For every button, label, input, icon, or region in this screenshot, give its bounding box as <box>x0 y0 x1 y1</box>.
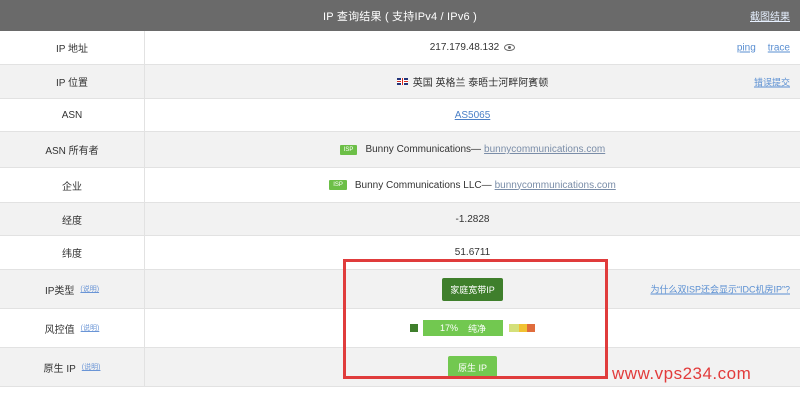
page-title: IP 查询结果 ( 支持IPv4 / IPv6 ) <box>323 11 477 23</box>
value-company: ISP Bunny Communications LLC— bunnycommu… <box>145 168 800 202</box>
label-risk: 风控值 (说明) <box>0 309 145 347</box>
value-longitude: -1.2828 <box>145 203 800 235</box>
label-longitude: 经度 <box>0 203 145 235</box>
label-text: 企业 <box>62 181 82 193</box>
eye-icon[interactable] <box>504 44 516 51</box>
risk-main-segment: 17% 纯净 <box>423 320 503 336</box>
row-ip-address: IP 地址 217.179.48.132 ping trace <box>0 31 800 65</box>
ip-type-badge: 家庭宽带IP <box>442 277 503 301</box>
risk-segment-medium <box>519 324 527 332</box>
risk-meter: 17% 纯净 <box>410 320 535 336</box>
row-longitude: 经度 -1.2828 <box>0 203 800 236</box>
company-name: Bunny Communications LLC— <box>354 179 492 191</box>
latitude-text: 51.6711 <box>454 247 491 258</box>
risk-segment-light <box>509 324 519 332</box>
risk-percent: 17% <box>439 323 458 333</box>
location-text: 英国 英格兰 泰晤士河畔阿賓顿 <box>412 78 549 89</box>
label-text: IP类型 <box>44 285 75 297</box>
value-latitude: 51.6711 <box>145 236 800 269</box>
label-text: IP 地址 <box>55 44 89 55</box>
asn-owner-domain-link[interactable]: bunnycommunications.com <box>484 144 605 155</box>
asn-link[interactable]: AS5065 <box>455 110 491 121</box>
watermark: www.vps234.com <box>612 364 752 383</box>
screenshot-result-link[interactable]: 截图结果 <box>750 8 790 23</box>
isp-badge: ISP <box>329 180 347 190</box>
label-text: 风控值 <box>44 324 75 336</box>
label-text: ASN 所有者 <box>45 146 99 157</box>
risk-segment-high <box>527 324 535 332</box>
risk-level: 纯净 <box>468 323 487 334</box>
label-ip-location: IP 位置 <box>0 65 145 98</box>
native-ip-help-link[interactable]: (说明) <box>82 362 101 372</box>
label-ip-type: IP类型 (说明) <box>0 270 145 308</box>
company-domain-link[interactable]: bunnycommunications.com <box>495 180 616 191</box>
isp-badge: ISP <box>339 144 358 155</box>
ip-address-text: 217.179.48.132 <box>429 42 500 53</box>
report-error-link[interactable]: 错误提交 <box>754 75 790 88</box>
value-ip-address: 217.179.48.132 ping trace <box>145 31 800 64</box>
uk-flag-icon <box>396 78 408 85</box>
label-text: 经度 <box>62 215 82 227</box>
row-ip-location: IP 位置 英国 英格兰 泰晤士河畔阿賓顿 错误提交 <box>0 65 800 99</box>
row-ip-type: IP类型 (说明) 家庭宽带IP 为什么双ISP还会显示“IDC机房IP”? <box>0 270 800 309</box>
value-risk: 17% 纯净 <box>145 309 800 347</box>
label-text: ASN <box>61 109 83 121</box>
row-risk: 风控值 (说明) 17% 纯净 <box>0 309 800 348</box>
native-ip-badge: 原生 IP <box>447 355 497 379</box>
label-latitude: 纬度 <box>0 236 145 269</box>
results-table: IP 地址 217.179.48.132 ping trace IP 位置 英国… <box>0 31 800 387</box>
label-text: IP 位置 <box>55 78 89 89</box>
risk-segment-low <box>410 324 418 332</box>
label-asn: ASN <box>0 99 145 131</box>
value-ip-type: 家庭宽带IP 为什么双ISP还会显示“IDC机房IP”? <box>145 270 800 308</box>
value-ip-location: 英国 英格兰 泰晤士河畔阿賓顿 错误提交 <box>145 65 800 98</box>
row-latitude: 纬度 51.6711 <box>0 236 800 270</box>
label-ip-address: IP 地址 <box>0 31 145 64</box>
why-idc-link[interactable]: 为什么双ISP还会显示“IDC机房IP”? <box>650 283 790 296</box>
label-text: 原生 IP <box>43 363 76 375</box>
trace-link[interactable]: trace <box>768 42 790 53</box>
value-asn: AS5065 <box>145 99 800 131</box>
label-asn-owner: ASN 所有者 <box>0 132 145 167</box>
longitude-text: -1.2828 <box>455 213 490 225</box>
row-company: 企业 ISP Bunny Communications LLC— bunnyco… <box>0 168 800 203</box>
label-native-ip: 原生 IP (说明) <box>0 348 145 386</box>
row-asn: ASN AS5065 <box>0 99 800 132</box>
asn-owner-name: Bunny Communications— <box>365 144 482 155</box>
results-header: IP 查询结果 ( 支持IPv4 / IPv6 ) 截图结果 <box>0 0 800 31</box>
value-asn-owner: ISP Bunny Communications— bunnycommunica… <box>145 132 800 167</box>
ping-link[interactable]: ping <box>737 42 756 53</box>
label-text: 纬度 <box>62 249 82 260</box>
ip-type-help-link[interactable]: (说明) <box>80 284 99 294</box>
risk-help-link[interactable]: (说明) <box>81 323 100 333</box>
row-asn-owner: ASN 所有者 ISP Bunny Communications— bunnyc… <box>0 132 800 168</box>
label-company: 企业 <box>0 168 145 202</box>
